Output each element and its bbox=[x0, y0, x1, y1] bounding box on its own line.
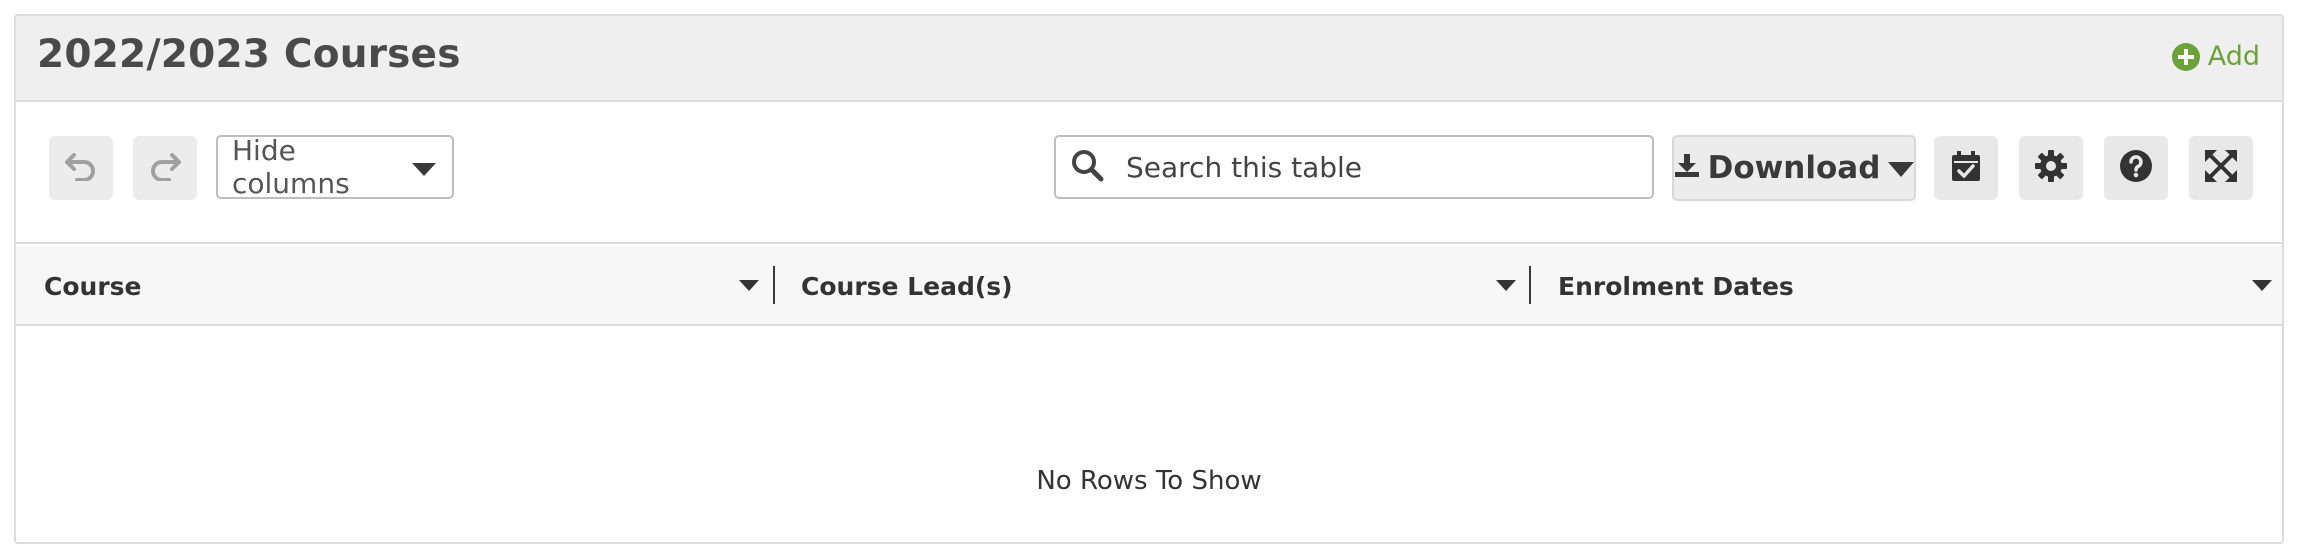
download-button[interactable]: Download bbox=[1672, 135, 1916, 201]
column-menu-icon[interactable] bbox=[739, 277, 759, 296]
undo-icon bbox=[64, 151, 98, 185]
download-label: Download bbox=[1707, 150, 1881, 186]
toolbar: Hide columns Download bbox=[16, 104, 2282, 244]
column-header-label: Course Lead(s) bbox=[801, 271, 1013, 301]
courses-panel: 2022/2023 Courses Add Hide columns Searc… bbox=[14, 14, 2284, 544]
add-label: Add bbox=[2207, 41, 2260, 72]
column-menu-icon[interactable] bbox=[1496, 277, 1516, 296]
hide-columns-select[interactable]: Hide columns bbox=[216, 134, 454, 200]
column-resize-handle[interactable] bbox=[2282, 266, 2284, 304]
table-header: Course Course Lead(s) Enrolment Dates bbox=[16, 246, 2282, 326]
panel-header: 2022/2023 Courses Add bbox=[16, 16, 2282, 102]
column-menu-icon[interactable] bbox=[2252, 277, 2272, 296]
caret-down-icon bbox=[1888, 150, 1915, 186]
fullscreen-button[interactable] bbox=[2189, 136, 2253, 200]
column-resize-handle[interactable] bbox=[1529, 266, 1531, 304]
column-header-enrolment-dates[interactable]: Enrolment Dates bbox=[1558, 246, 1794, 326]
search-input[interactable] bbox=[1126, 150, 1626, 184]
page-title: 2022/2023 Courses bbox=[37, 32, 461, 77]
search-box[interactable] bbox=[1054, 135, 1654, 199]
add-button[interactable]: Add bbox=[2171, 41, 2260, 72]
search-icon bbox=[1070, 148, 1104, 186]
caret-down-icon bbox=[412, 151, 436, 184]
empty-table-message: No Rows To Show bbox=[1036, 466, 1262, 496]
column-resize-handle[interactable] bbox=[773, 266, 775, 304]
help-button[interactable] bbox=[2104, 136, 2168, 200]
undo-button[interactable] bbox=[49, 136, 113, 200]
question-circle-icon bbox=[2119, 149, 2153, 187]
gear-icon bbox=[2034, 149, 2068, 187]
select-rows-button[interactable] bbox=[1934, 136, 1998, 200]
expand-icon bbox=[2204, 149, 2238, 187]
redo-button[interactable] bbox=[133, 136, 197, 200]
settings-button[interactable] bbox=[2019, 136, 2083, 200]
hide-columns-label: Hide columns bbox=[232, 134, 350, 200]
calendar-check-icon bbox=[1950, 150, 1982, 186]
download-icon bbox=[1674, 150, 1700, 186]
column-header-label: Course bbox=[44, 271, 142, 301]
plus-circle-icon bbox=[2171, 42, 2200, 71]
column-header-course-leads[interactable]: Course Lead(s) bbox=[801, 246, 1013, 326]
column-header-course[interactable]: Course bbox=[44, 246, 142, 326]
column-header-label: Enrolment Dates bbox=[1558, 271, 1794, 301]
redo-icon bbox=[148, 151, 182, 185]
